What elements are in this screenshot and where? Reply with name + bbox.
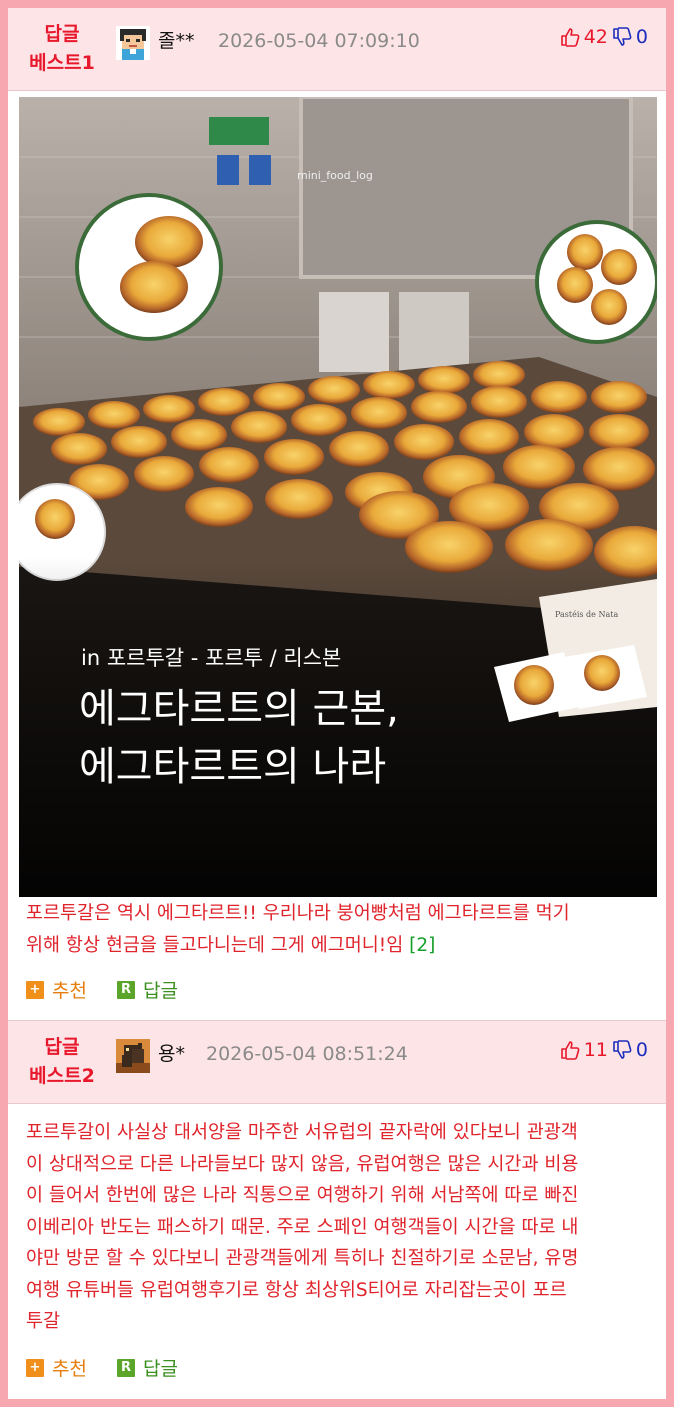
photo-caption-line1: 에그타르트의 근본, <box>79 686 399 732</box>
thumbs-up-icon[interactable] <box>560 27 580 47</box>
reply-label: 답글 <box>142 980 178 1002</box>
thumbs-up-icon[interactable] <box>560 1040 580 1060</box>
reply-count[interactable]: [2] <box>409 935 435 956</box>
sign-card-text: Pastéis de Nata <box>555 610 618 619</box>
photo-caption-small: in 포르투갈 - 포르투 / 리스본 <box>81 646 341 670</box>
thumbs-down-icon[interactable] <box>612 27 632 47</box>
vote-box: 42 0 <box>560 26 648 48</box>
recommend-label: 추천 <box>52 980 87 1002</box>
comment-line: 투갈 <box>26 1311 61 1332</box>
watermark: mini_food_log <box>297 169 373 182</box>
recommend-button[interactable]: + 추천 <box>26 976 87 1003</box>
comment-line: 이 상대적으로 다른 나라들보다 많지 않음, 유럽여행은 많은 시간과 비용 <box>26 1153 579 1175</box>
r-reply-icon: R <box>116 1358 135 1377</box>
comment-line: 포르투갈이 사실상 대서양을 마주한 서유럽의 끝자락에 있다보니 관광객 <box>26 1122 578 1143</box>
upvote-count: 42 <box>583 26 608 48</box>
comment-body-2: 포르투갈이 사실상 대서양을 마주한 서유럽의 끝자락에 있다보니 관광객 이 … <box>26 1117 654 1338</box>
comment-line: 이베리아 반도는 패스하기 때문. 주로 스페인 여행객들이 시간을 따로 내 <box>26 1216 579 1238</box>
comment-line: 위해 항상 현금을 들고다니는데 그게 에그머니!임 <box>26 934 404 956</box>
best-badge-line1: 답글 <box>44 1036 80 1058</box>
avatar[interactable] <box>116 1039 150 1073</box>
recommend-label: 추천 <box>52 1358 87 1380</box>
egg-tart-photo[interactable]: mini_food_log Pastéis de Nata in 포르투갈 - … <box>19 97 657 897</box>
downvote-count: 0 <box>635 1039 648 1061</box>
comment-actions-1: + 추천 R 답글 <box>26 976 208 1003</box>
best-badge-line2: 베스트1 <box>29 52 95 74</box>
best-badge: 답글 베스트2 <box>16 1033 108 1091</box>
reply-button[interactable]: R 답글 <box>116 1354 178 1381</box>
comment-body-1: 포르투갈은 역시 에그타르트!! 우리나라 붕어빵처럼 에그타르트를 먹기 위해… <box>26 898 654 961</box>
plus-icon: + <box>26 980 44 999</box>
vote-box: 11 0 <box>560 1039 648 1061</box>
post-date: 2026-05-04 07:09:10 <box>218 30 420 52</box>
nickname[interactable]: 용* <box>158 1039 185 1066</box>
comment-line: 야만 방문 할 수 있다보니 관광객들에게 특히나 친절하기로 소문남, 유명 <box>26 1248 579 1269</box>
comment-line: 이 들어서 한번에 많은 나라 직통으로 여행하기 위해 서남쪽에 따로 빠진 <box>26 1185 579 1206</box>
downvote-count: 0 <box>635 26 648 48</box>
photo-caption-line2: 에그타르트의 나라 <box>79 744 386 790</box>
comment-header-2: 답글 베스트2 용* 2026-05-04 08:51:24 11 0 <box>8 1021 666 1104</box>
best-badge-line1: 답글 <box>44 23 80 45</box>
recommend-button[interactable]: + 추천 <box>26 1354 87 1381</box>
thumbs-down-icon[interactable] <box>612 1040 632 1060</box>
best-badge: 답글 베스트1 <box>16 20 108 78</box>
comment-line: 여행 유튜버들 유럽여행후기로 항상 최상위S티어로 자리잡는곳이 포르 <box>26 1279 567 1301</box>
reply-button[interactable]: R 답글 <box>116 976 178 1003</box>
best-badge-line2: 베스트2 <box>29 1065 95 1087</box>
comment-line-with-ref: 위해 항상 현금을 들고다니는데 그게 에그머니!임 [2] <box>26 930 654 962</box>
comment-header-1: 답글 베스트1 졸** 2026-05-04 07:09:10 42 0 <box>8 8 666 91</box>
plus-icon: + <box>26 1358 44 1377</box>
avatar[interactable] <box>116 26 150 60</box>
comment-actions-2: + 추천 R 답글 <box>26 1354 208 1381</box>
nickname[interactable]: 졸** <box>158 26 194 53</box>
r-reply-icon: R <box>116 980 135 999</box>
post-date: 2026-05-04 08:51:24 <box>206 1043 408 1065</box>
upvote-count: 11 <box>583 1039 608 1061</box>
reply-label: 답글 <box>142 1358 178 1380</box>
comment-list: 답글 베스트1 졸** 2026-05-04 07:09:10 42 0 min… <box>8 8 666 1399</box>
comment-line: 포르투갈은 역시 에그타르트!! 우리나라 붕어빵처럼 에그타르트를 먹기 <box>26 903 570 924</box>
